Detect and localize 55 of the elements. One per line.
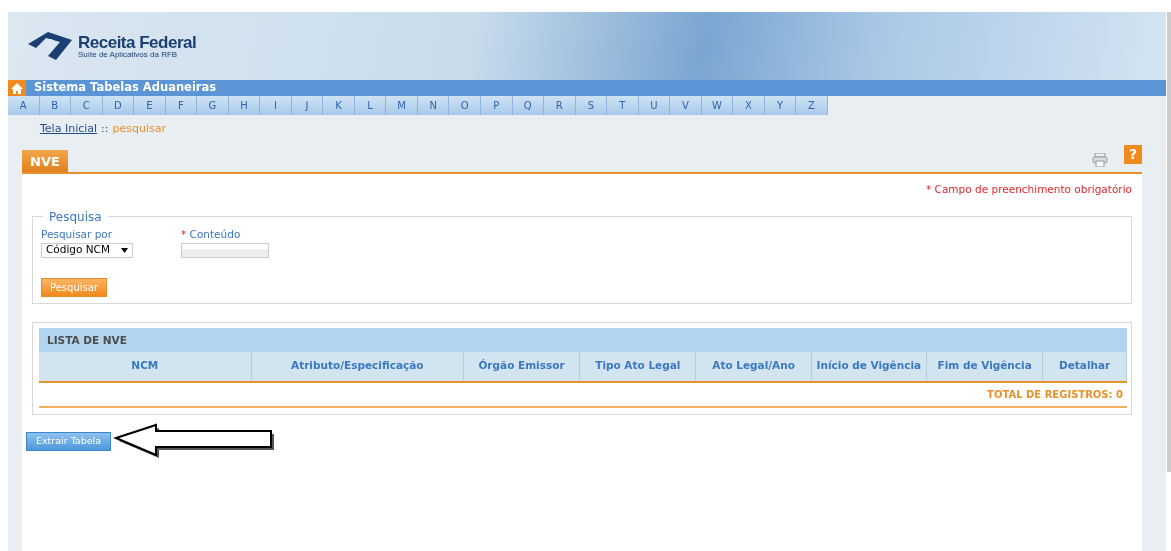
column-header: Órgão Emissor <box>463 351 580 382</box>
column-header: Fim de Vigência <box>926 351 1043 382</box>
column-header: NCM <box>39 351 252 382</box>
letter-link[interactable]: W <box>701 96 734 115</box>
letter-link[interactable]: H <box>228 96 261 115</box>
letter-link[interactable]: K <box>323 96 355 115</box>
letter-link[interactable]: V <box>670 96 702 115</box>
breadcrumb-current: pesquisar <box>112 121 166 137</box>
content-input[interactable] <box>181 242 269 258</box>
help-icon[interactable]: ? <box>1124 145 1142 164</box>
total-records: TOTAL DE REGISTROS: 0 <box>39 382 1127 408</box>
letter-link[interactable]: P <box>480 96 513 115</box>
breadcrumb-separator: :: <box>101 121 109 137</box>
letter-link[interactable]: O <box>449 96 481 115</box>
letter-link[interactable]: R <box>544 96 576 115</box>
column-header: Detalhar <box>1042 351 1127 382</box>
logo-title: Receita Federal <box>78 33 197 51</box>
breadcrumb-link[interactable]: Tela Inicial <box>40 121 98 145</box>
table-title: LISTA DE NVE <box>39 327 1127 352</box>
letter-link[interactable]: A <box>8 96 40 115</box>
letter-link[interactable]: X <box>733 96 765 115</box>
column-header: Atributo/Especificação <box>251 351 464 382</box>
extract-table-button[interactable]: Extrair Tabela <box>26 432 112 451</box>
column-header: Tipo Ato Legal <box>579 351 696 382</box>
letter-link[interactable]: S <box>575 96 608 115</box>
field-label: * Conteúdo <box>181 226 242 242</box>
print-icon[interactable] <box>1092 151 1108 168</box>
letter-link[interactable]: D <box>102 96 135 115</box>
nve-tab[interactable]: NVE <box>22 149 68 172</box>
logo-icon <box>26 30 74 62</box>
system-title: Sistema Tabelas Aduaneiras <box>34 79 217 97</box>
letter-link[interactable]: U <box>638 96 671 115</box>
letter-link[interactable]: N <box>417 96 450 115</box>
letter-link[interactable]: I <box>260 96 292 115</box>
letter-link[interactable]: B <box>39 96 72 115</box>
caret-icon <box>121 247 128 253</box>
letter-link[interactable]: F <box>165 96 198 115</box>
letter-link[interactable]: Z <box>796 96 828 115</box>
search-by-select[interactable]: Código NCM <box>41 242 133 258</box>
letter-link[interactable]: C <box>71 96 103 115</box>
column-header: Ato Legal/Ano <box>695 351 812 382</box>
search-button[interactable]: Pesquisar <box>41 277 107 297</box>
letter-link[interactable]: M <box>386 96 418 115</box>
required-note: * Campo de preenchimento obrigatório <box>925 182 1132 197</box>
field-label: Pesquisar por <box>41 226 114 242</box>
letter-link[interactable]: J <box>291 96 324 115</box>
column-header: Início de Vigência <box>811 351 927 382</box>
letter-link[interactable]: E <box>134 96 166 115</box>
letter-link[interactable]: L <box>354 96 387 115</box>
home-icon[interactable] <box>8 80 26 96</box>
letter-link[interactable]: Q <box>512 96 545 115</box>
letter-link[interactable]: T <box>607 96 639 115</box>
letter-link[interactable]: Y <box>764 96 797 115</box>
letter-link[interactable]: G <box>197 96 229 115</box>
logo-subtitle: Suíte de Aplicativos da RFB <box>78 50 179 59</box>
